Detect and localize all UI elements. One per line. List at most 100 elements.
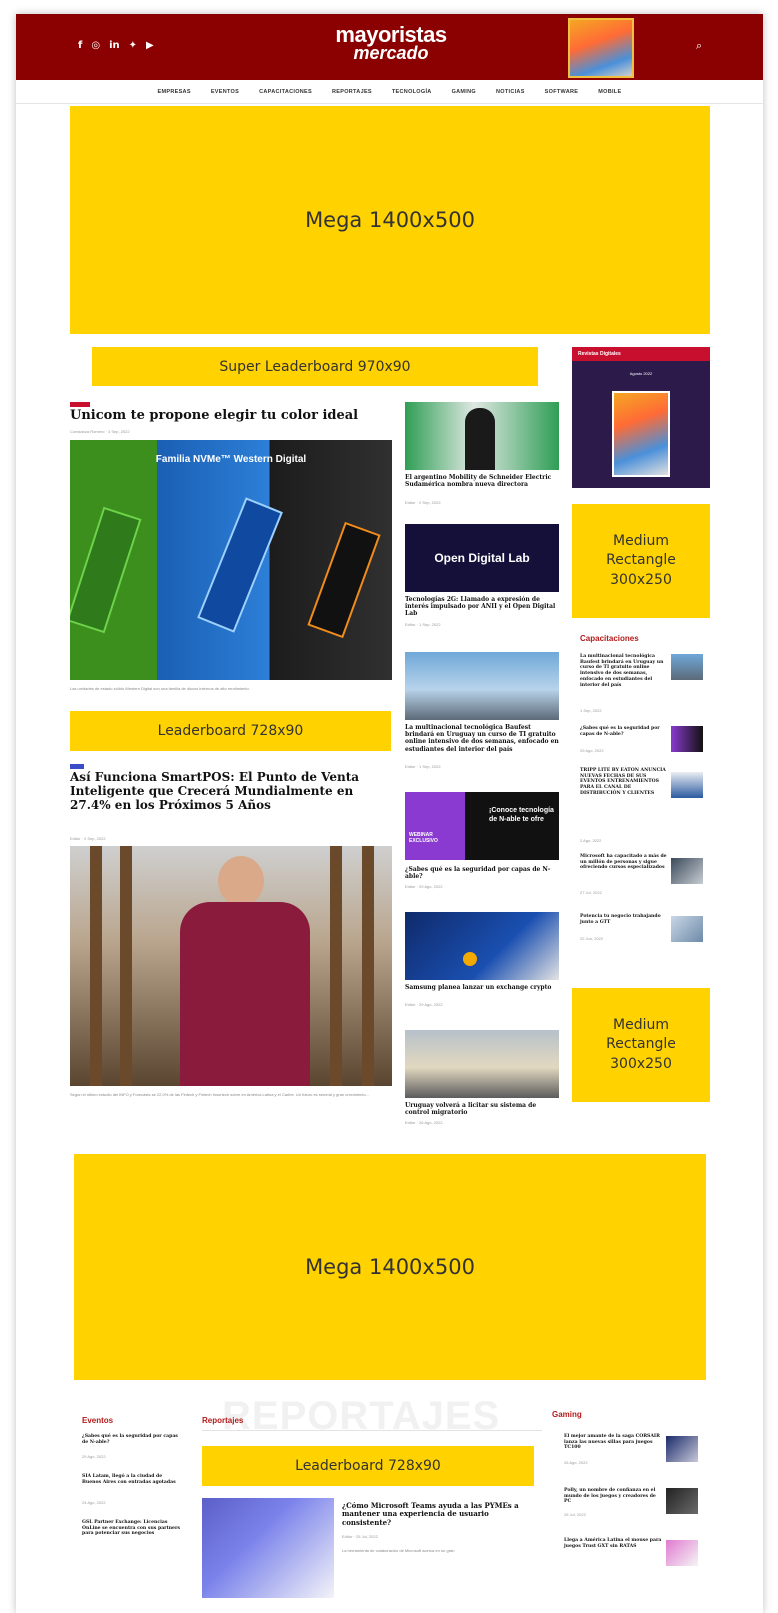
- middle-item-2-meta: Editor · 1 Sep, 2022: [405, 622, 441, 627]
- wood-slat: [362, 846, 374, 1086]
- nav-item-empresas[interactable]: EMPRESAS: [158, 89, 191, 95]
- reportaje-title[interactable]: ¿Cómo Microsoft Teams ayuda a las PYMEs …: [342, 1501, 526, 1527]
- nav-item-noticias[interactable]: NOTICIAS: [496, 89, 525, 95]
- nav-item-capacitaciones[interactable]: CAPACITACIONES: [259, 89, 312, 95]
- person-figure: [465, 408, 495, 470]
- ad-medium-rectangle-2[interactable]: Medium Rectangle 300x250: [572, 988, 710, 1102]
- middle-item-2-title[interactable]: Tecnologías 2G: Llamado a expresión de i…: [405, 596, 559, 618]
- nav-item-mobile[interactable]: MOBILE: [598, 89, 621, 95]
- capacitaciones-item-4-title[interactable]: Microsoft ha capacitado a más de un mill…: [580, 854, 668, 871]
- middle-item-5-meta: Editor · 29 Ago, 2022: [405, 1002, 443, 1007]
- ssd-green: [70, 506, 142, 634]
- gaming-item-1-title[interactable]: El mejor amante de la saga CORSAIR lanza…: [564, 1434, 662, 1451]
- ad-leaderboard-2[interactable]: Leaderboard 728x90: [202, 1446, 534, 1486]
- eventos-item-3-title[interactable]: GSL Partner Exchange: Licencias OnLine s…: [82, 1520, 182, 1537]
- middle-item-1-title[interactable]: El argentino Mobility de Schneider Elect…: [405, 474, 559, 488]
- middle-item-2-image[interactable]: Open Digital Lab: [405, 524, 559, 592]
- eventos-item-2-meta: 24 Ago, 2022: [82, 1500, 106, 1505]
- nav-item-tecnologia[interactable]: TECNOLOGÍA: [392, 89, 432, 95]
- wood-slat: [90, 846, 102, 1086]
- social-links: f ◎ in ✦ ▶: [78, 40, 154, 51]
- eventos-item-1-title[interactable]: ¿Sabes qué es la seguridad por capas de …: [82, 1434, 182, 1445]
- magazine-cover-thumbnail[interactable]: [568, 18, 634, 78]
- gaming-item-3-title[interactable]: Llega a América Latina el mouse para jue…: [564, 1538, 662, 1549]
- site-logo[interactable]: mayoristas mercado: [321, 24, 461, 63]
- revista-widget-header: Revistas Digitales: [572, 347, 710, 361]
- middle-item-2-thumb-text: Open Digital Lab: [434, 551, 530, 565]
- ssd-black: [307, 521, 381, 639]
- eventos-item-2-title[interactable]: SIA Latam, llegó a la ciudad de Buenos A…: [82, 1474, 182, 1485]
- main-nav: EMPRESAS EVENTOS CAPACITACIONES REPORTAJ…: [16, 80, 763, 104]
- person-shirt: [180, 902, 310, 1086]
- reportaje-excerpt: La herramienta de colaboración de Micros…: [342, 1548, 455, 1553]
- capacitaciones-item-3-title[interactable]: TRIPP LITE BY EATON ANUNCIA NUEVAS FECHA…: [580, 768, 668, 797]
- reportajes-watermark: REPORTAJES: [222, 1394, 501, 1438]
- person-head: [218, 856, 264, 906]
- gaming-item-3-thumb[interactable]: [666, 1540, 698, 1566]
- ad-mega-top[interactable]: Mega 1400x500: [70, 106, 710, 334]
- article1-banner-title: Familia NVMe™ Western Digital: [155, 454, 307, 465]
- category-tag-pyme[interactable]: [70, 764, 84, 769]
- middle-item-5-image[interactable]: [405, 912, 559, 980]
- middle-item-6-image[interactable]: [405, 1030, 559, 1098]
- reportajes-title[interactable]: Reportajes: [202, 1416, 243, 1425]
- nav-item-gaming[interactable]: GAMING: [452, 89, 476, 95]
- middle-item-6-title[interactable]: Uruguay volverá a licitar su sistema de …: [405, 1102, 559, 1116]
- capacitaciones-item-5-thumb[interactable]: [671, 916, 703, 942]
- capacitaciones-item-4-thumb[interactable]: [671, 858, 703, 884]
- middle-item-4-image[interactable]: WEBINAR EXCLUSIVO ¡Conoce tecnología de …: [405, 792, 559, 860]
- gaming-item-2-title[interactable]: Polly, un nombre de confianza en el mund…: [564, 1488, 662, 1505]
- middle-item-3-image[interactable]: [405, 652, 559, 720]
- category-tag[interactable]: [70, 402, 90, 407]
- middle-item-3-title[interactable]: La multinacional tecnológica Baufest bri…: [405, 724, 559, 753]
- ad-leaderboard-1[interactable]: Leaderboard 728x90: [70, 711, 391, 751]
- gaming-item-1-thumb[interactable]: [666, 1436, 698, 1462]
- eventos-title[interactable]: Eventos: [82, 1416, 113, 1425]
- twitter-icon[interactable]: ✦: [129, 40, 137, 51]
- middle-item-4-thumb-sub: WEBINAR EXCLUSIVO: [409, 832, 438, 844]
- youtube-icon[interactable]: ▶: [146, 40, 154, 51]
- ad-mega-bottom[interactable]: Mega 1400x500: [74, 1154, 706, 1380]
- middle-item-5-title[interactable]: Samsung planea lanzar un exchange crypto: [405, 984, 559, 991]
- nav-item-software[interactable]: SOFTWARE: [545, 89, 579, 95]
- middle-item-4-title[interactable]: ¿Sabes qué es la seguridad por capas de …: [405, 866, 559, 880]
- article2-title[interactable]: Así Funciona SmartPOS: El Punto de Venta…: [70, 770, 392, 812]
- article2-image[interactable]: [70, 846, 392, 1086]
- capacitaciones-item-1-title[interactable]: La multinacional tecnológica Baufest bri…: [580, 654, 668, 688]
- article2-caption: Según el último estudio del INFO y Forec…: [70, 1092, 370, 1097]
- article2-meta: Editor · 2 Sep, 2022: [70, 836, 106, 841]
- capacitaciones-item-5-title[interactable]: Potencia tu negocio trabajando junto a G…: [580, 914, 668, 925]
- article1-image[interactable]: Familia NVMe™ Western Digital: [70, 440, 392, 680]
- nav-item-reportajes[interactable]: REPORTAJES: [332, 89, 372, 95]
- middle-item-4-thumb-text: ¡Conoce tecnología de N-able te ofre: [489, 807, 554, 824]
- gaming-title[interactable]: Gaming: [552, 1410, 582, 1419]
- article1-title[interactable]: Unicom te propone elegir tu color ideal: [70, 408, 400, 424]
- revista-digital-widget[interactable]: Revistas Digitales Agosto 2022: [572, 347, 710, 488]
- ad-super-leaderboard[interactable]: Super Leaderboard 970x90: [92, 347, 538, 386]
- nav-item-eventos[interactable]: EVENTOS: [211, 89, 239, 95]
- capacitaciones-title[interactable]: Capacitaciones: [580, 634, 639, 643]
- capacitaciones-item-3-thumb[interactable]: [671, 772, 703, 798]
- capacitaciones-item-2-meta: 29 Ago, 2022: [580, 748, 604, 753]
- facebook-icon[interactable]: f: [78, 40, 82, 51]
- capacitaciones-item-2-thumb[interactable]: [671, 726, 703, 752]
- gaming-item-2-thumb[interactable]: [666, 1488, 698, 1514]
- search-icon[interactable]: ⌕: [696, 40, 702, 53]
- capacitaciones-item-2-title[interactable]: ¿Sabes qué es la seguridad por capas de …: [580, 726, 668, 737]
- wood-slat: [120, 846, 132, 1086]
- reportaje-meta: Editor · 25 Jul, 2022: [342, 1534, 378, 1539]
- bitcoin-icon: [463, 952, 477, 966]
- revista-issue-label: Agosto 2022: [629, 371, 653, 376]
- gaming-item-2-meta: 25 Jul, 2022: [564, 1512, 586, 1517]
- capacitaciones-item-1-thumb[interactable]: [671, 654, 703, 680]
- linkedin-icon[interactable]: in: [109, 40, 120, 51]
- revista-cover[interactable]: [612, 391, 670, 477]
- middle-item-4-meta: Editor · 29 Ago, 2022: [405, 884, 443, 889]
- middle-item-6-meta: Editor · 26 Ago, 2022: [405, 1120, 443, 1125]
- article1-meta: Constanza Romero · 3 Sep, 2022: [70, 429, 130, 434]
- gaming-item-1-meta: 26 Ago, 2022: [564, 1460, 588, 1465]
- middle-item-1-image[interactable]: [405, 402, 559, 470]
- instagram-icon[interactable]: ◎: [91, 40, 100, 51]
- reportaje-image[interactable]: [202, 1498, 334, 1598]
- ad-medium-rectangle-1[interactable]: Medium Rectangle 300x250: [572, 504, 710, 618]
